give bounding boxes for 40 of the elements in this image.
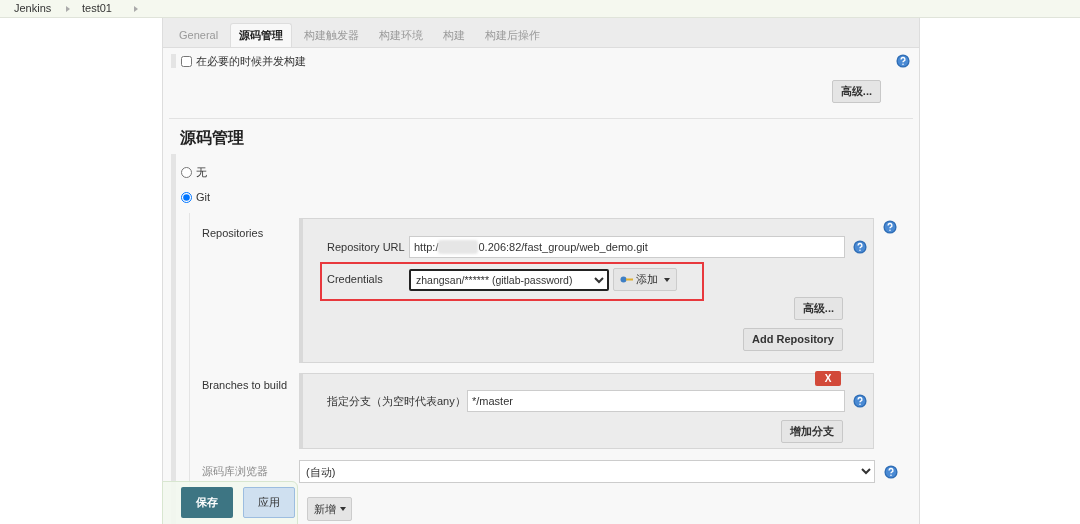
advanced-button[interactable]: 高级... (793, 297, 843, 320)
checkbox-label: 在必要的时候并发构建 (196, 53, 306, 69)
browser-select[interactable]: (自动) (299, 460, 875, 483)
tab[interactable]: 源码管理 (230, 23, 293, 47)
help-icon[interactable] (884, 464, 898, 479)
help-icon[interactable] (896, 54, 910, 68)
help-icon[interactable] (853, 394, 867, 408)
radio-button[interactable] (181, 192, 192, 203)
field-label: Credentials (327, 272, 384, 288)
add-branch-button[interactable]: 增加分支 (781, 420, 843, 443)
field-label: Repositories (201, 226, 265, 241)
radio-button[interactable] (181, 167, 192, 178)
new-button[interactable]: 新增 (307, 497, 352, 521)
advanced-button[interactable]: 高级... (831, 80, 881, 103)
breadcrumb-link[interactable]: test01 (82, 0, 134, 17)
save-button[interactable]: 保存 (181, 487, 233, 518)
field-label: 源码库浏览器 (201, 464, 269, 480)
chevron-icon (134, 5, 138, 12)
branch-field[interactable]: */master (467, 390, 845, 412)
chevron-icon (66, 5, 70, 12)
apply-button[interactable]: 应用 (243, 487, 295, 518)
breadcrumb-link[interactable]: Jenkins (14, 0, 66, 17)
help-icon[interactable] (883, 220, 897, 234)
field-label: Repository URL (327, 239, 406, 255)
blurred-area (438, 240, 479, 254)
url-field[interactable]: http:/ 0.206:82/fast_group/web_demo.git (409, 236, 845, 258)
field-label: Branches to build (201, 378, 288, 393)
section-title: 源码管理 (180, 128, 245, 148)
radio-label: 无 (196, 165, 207, 181)
add-button[interactable]: 添加 (613, 268, 677, 291)
checkbox[interactable] (181, 55, 192, 67)
add-repository-button[interactable]: Add Repository (743, 328, 843, 351)
caret-icon (664, 277, 670, 282)
credentials-select[interactable]: zhangsan/****** (gitlab-password) (409, 268, 609, 291)
delete-button[interactable]: X (815, 371, 841, 386)
caret-icon (339, 507, 346, 511)
help-icon[interactable] (853, 240, 867, 254)
radio-label: Git (196, 190, 211, 206)
key-icon (620, 276, 633, 283)
field-label: 指定分支（为空时代表any） (327, 393, 467, 409)
